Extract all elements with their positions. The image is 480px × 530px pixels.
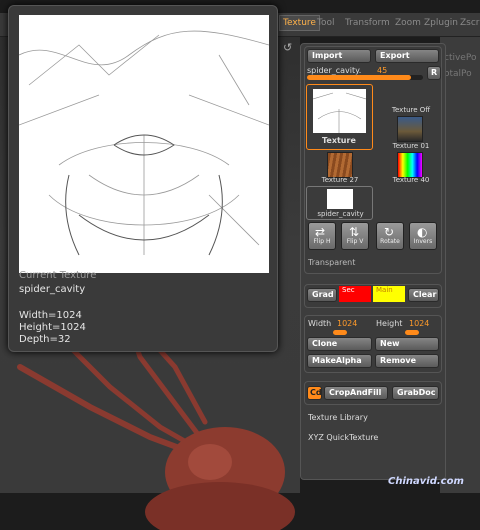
texture-slider-fill xyxy=(307,75,412,80)
grad-button[interactable]: Grad xyxy=(307,288,337,302)
export-button[interactable]: Export xyxy=(375,49,439,63)
texture-depth-label: Depth=32 xyxy=(19,334,71,345)
width-slider[interactable] xyxy=(333,330,347,335)
menu-zoom[interactable]: Zoom xyxy=(395,18,421,28)
spider-cavity-slot[interactable]: spider_cavity xyxy=(306,186,373,220)
current-texture-label: Texture xyxy=(322,136,356,145)
width-slider-fill xyxy=(333,330,347,335)
right-strip xyxy=(440,37,480,493)
texture-width-label: Width=1024 xyxy=(19,310,82,321)
menu-tool[interactable]: Tool xyxy=(317,18,334,28)
clone-button[interactable]: Clone xyxy=(307,337,372,351)
height-value: 1024 xyxy=(409,319,430,328)
rotate-button[interactable]: ↻ xyxy=(376,222,404,250)
texture-library-button[interactable]: Texture Library xyxy=(308,413,368,422)
r-button[interactable]: R xyxy=(427,66,441,80)
invert-label: Invers xyxy=(413,238,433,245)
flip-h-button[interactable]: ⇄ xyxy=(308,222,336,250)
menu-zplugin[interactable]: Zplugin xyxy=(424,18,458,28)
undo-icon[interactable]: ↺ xyxy=(283,41,292,54)
texture-01-label: Texture 01 xyxy=(392,142,430,150)
texture-preview-popup: Current Texture spider_cavity Width=1024… xyxy=(8,5,278,352)
texture-27-thumbnail[interactable] xyxy=(327,152,353,178)
texture-index-value: 45 xyxy=(377,66,388,75)
crop-and-fill-button[interactable]: CropAndFill xyxy=(324,386,388,400)
width-value: 1024 xyxy=(337,319,358,328)
width-label: Width xyxy=(308,319,332,328)
texture-off-label: Texture Off xyxy=(391,106,431,114)
flip-v-label: Flip V xyxy=(346,238,364,245)
texture-40-label: Texture 40 xyxy=(392,176,430,184)
sec-label: Sec xyxy=(342,286,355,294)
height-label: Height xyxy=(376,319,403,328)
texture-name-display: spider_cavity. xyxy=(307,66,362,75)
texture-palette: Import Export spider_cavity. 45 R Textur… xyxy=(300,43,446,480)
texture-40-thumbnail[interactable] xyxy=(397,152,423,178)
current-texture-caption: Current Texture xyxy=(19,270,97,281)
current-texture-thumbnail xyxy=(312,89,367,133)
texture-height-label: Height=1024 xyxy=(19,322,86,333)
total-points-label: otalPo xyxy=(444,69,472,79)
menu-zscript[interactable]: Zscr xyxy=(460,18,480,28)
grab-doc-button[interactable]: GrabDoc xyxy=(392,386,439,400)
texture-preview-image xyxy=(19,15,269,273)
texture-name-label: spider_cavity xyxy=(19,284,86,295)
height-slider-fill xyxy=(405,330,419,335)
transparent-toggle[interactable]: Transparent xyxy=(308,258,355,267)
make-alpha-button[interactable]: MakeAlpha xyxy=(307,354,372,368)
height-slider[interactable] xyxy=(405,330,419,335)
invert-button[interactable]: ◐ xyxy=(409,222,437,250)
spider-cavity-label: spider_cavity xyxy=(317,210,364,218)
cd-button[interactable]: Cd xyxy=(307,386,322,400)
texture-slider[interactable] xyxy=(307,75,423,80)
flip-v-button[interactable]: ⇅ xyxy=(341,222,369,250)
main-label: Main xyxy=(376,286,393,294)
texture-01-thumbnail[interactable] xyxy=(397,116,423,142)
new-button[interactable]: New xyxy=(375,337,439,351)
flip-h-label: Flip H xyxy=(313,238,331,245)
menu-transform[interactable]: Transform xyxy=(345,18,390,28)
clear-button[interactable]: Clear xyxy=(408,288,439,302)
main-color-swatch[interactable]: Main xyxy=(373,286,405,302)
secondary-color-swatch[interactable]: Sec xyxy=(339,286,371,302)
xyz-quicktexture-button[interactable]: XYZ QuickTexture xyxy=(308,433,378,442)
texture-27-label: Texture 27 xyxy=(321,176,359,184)
spider-cavity-thumbnail xyxy=(327,189,353,209)
current-texture-slot[interactable]: Texture xyxy=(306,84,373,150)
active-points-label: ctivePo xyxy=(444,53,477,63)
menu-texture[interactable]: Texture xyxy=(279,15,320,31)
rotate-label: Rotate xyxy=(380,238,400,245)
watermark: Chinavid.com xyxy=(388,476,464,487)
import-button[interactable]: Import xyxy=(307,49,371,63)
remove-button[interactable]: Remove xyxy=(375,354,439,368)
